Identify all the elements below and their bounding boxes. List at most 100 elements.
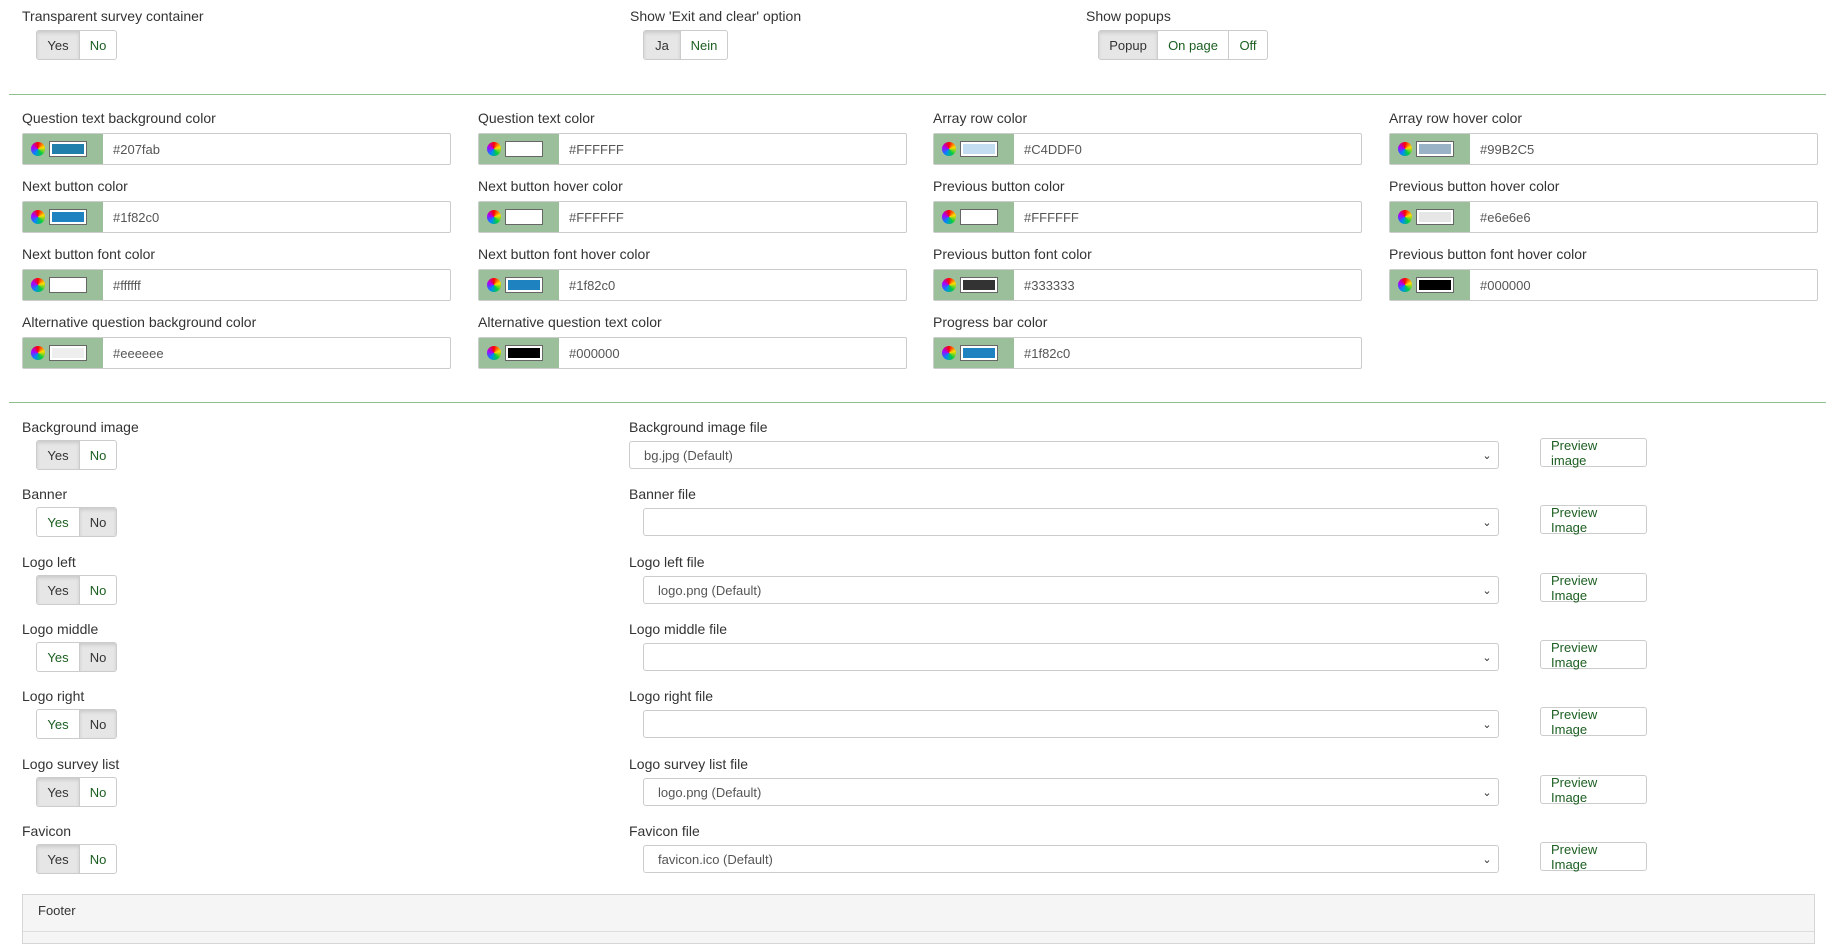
logo-left-no-option[interactable]: No [80,576,116,604]
color-value-input[interactable]: #000000 [559,338,906,368]
color-picker-button[interactable] [934,134,1014,164]
favicon-label: Favicon [22,823,72,839]
popups-on-page-option[interactable]: On page [1158,31,1229,59]
color-picker-button[interactable] [934,338,1014,368]
background-image-label: Background image [22,419,139,435]
color-swatch [49,141,87,157]
section-divider-images [9,402,1826,403]
banner-file-label: Banner file [629,486,696,502]
color-value-input[interactable]: #1f82c0 [103,202,450,232]
favicon-file-select[interactable]: favicon.ico (Default) ⌄ [643,845,1499,873]
color-value-input[interactable]: #FFFFFF [559,202,906,232]
color-picker-button[interactable] [1390,134,1470,164]
color-label: Progress bar color [933,314,1048,330]
logo-middle-preview-button[interactable]: Preview Image [1540,640,1647,670]
color-picker-button[interactable] [1390,270,1470,300]
color-swatch [49,209,87,225]
favicon-no-option[interactable]: No [80,845,116,873]
logo-right-file-select[interactable]: ⌄ [643,710,1499,738]
logo-survey-list-label: Logo survey list [22,756,120,772]
transparent-no-option[interactable]: No [80,31,116,59]
color-picker-button[interactable] [23,338,103,368]
color-picker-field: #FFFFFF [933,201,1362,233]
color-label: Next button color [22,178,128,194]
color-value-input[interactable]: #1f82c0 [1014,338,1361,368]
color-value-input[interactable]: #207fab [103,134,450,164]
color-wheel-icon [1398,210,1412,224]
banner-file-select[interactable]: ⌄ [643,508,1499,536]
color-value-input[interactable]: #1f82c0 [559,270,906,300]
background-image-preview-button[interactable]: Preview image [1540,438,1647,468]
color-value-input[interactable]: #99B2C5 [1470,134,1817,164]
exit-clear-ja-option[interactable]: Ja [644,31,681,59]
logo-right-preview-button[interactable]: Preview Image [1540,707,1647,737]
transparent-yes-option[interactable]: Yes [37,31,80,59]
exit-clear-nein-option[interactable]: Nein [681,31,727,59]
background-image-file-select[interactable]: bg.jpg (Default) ⌄ [629,441,1499,469]
color-picker-field: #000000 [1389,269,1818,301]
color-picker-button[interactable] [23,134,103,164]
color-value-input[interactable]: #e6e6e6 [1470,202,1817,232]
logo-left-preview-button[interactable]: Preview Image [1540,573,1647,603]
favicon-yes-option[interactable]: Yes [37,845,80,873]
logo-middle-yes-option[interactable]: Yes [37,643,80,671]
color-wheel-icon [31,142,45,156]
banner-label: Banner [22,486,68,502]
logo-survey-list-preview-button[interactable]: Preview Image [1540,775,1647,805]
color-picker-button[interactable] [479,270,559,300]
favicon-toggle: Yes No [36,844,117,874]
color-picker-field: #C4DDF0 [933,133,1362,165]
select-value: logo.png (Default) [658,784,762,800]
color-value-input[interactable]: #ffffff [103,270,450,300]
chevron-down-icon: ⌄ [1482,449,1492,462]
show-popups-toggle: Popup On page Off [1098,30,1268,60]
logo-survey-list-no-option[interactable]: No [80,778,116,806]
logo-middle-no-option[interactable]: No [80,643,116,671]
logo-survey-list-yes-option[interactable]: Yes [37,778,80,806]
color-value-input[interactable]: #eeeeee [103,338,450,368]
color-label: Next button font hover color [478,246,650,262]
logo-survey-list-file-select[interactable]: logo.png (Default) ⌄ [643,778,1499,806]
color-picker-button[interactable] [934,202,1014,232]
color-picker-field: #FFFFFF [478,133,907,165]
logo-left-yes-option[interactable]: Yes [37,576,80,604]
color-picker-field: #000000 [478,337,907,369]
popups-off-option[interactable]: Off [1229,31,1267,59]
chevron-down-icon: ⌄ [1482,584,1492,597]
favicon-preview-button[interactable]: Preview Image [1540,842,1647,872]
color-value-input[interactable]: #C4DDF0 [1014,134,1361,164]
background-image-yes-option[interactable]: Yes [37,441,80,469]
logo-middle-file-select[interactable]: ⌄ [643,643,1499,671]
banner-preview-button[interactable]: Preview Image [1540,505,1647,535]
color-swatch [960,345,998,361]
color-picker-button[interactable] [23,270,103,300]
color-wheel-icon [31,346,45,360]
color-label: Previous button font hover color [1389,246,1587,262]
color-value-input[interactable]: #FFFFFF [559,134,906,164]
color-picker-button[interactable] [23,202,103,232]
color-value-input[interactable]: #FFFFFF [1014,202,1361,232]
background-image-no-option[interactable]: No [80,441,116,469]
color-swatch [505,345,543,361]
color-label: Alternative question background color [22,314,257,330]
show-popups-label: Show popups [1086,8,1171,24]
banner-no-option[interactable]: No [80,508,116,536]
color-picker-button[interactable] [479,338,559,368]
color-picker-button[interactable] [1390,202,1470,232]
popups-popup-option[interactable]: Popup [1099,31,1158,59]
footer-divider [23,931,1814,932]
logo-right-yes-option[interactable]: Yes [37,710,80,738]
logo-left-toggle: Yes No [36,575,117,605]
color-picker-field: #e6e6e6 [1389,201,1818,233]
color-picker-button[interactable] [934,270,1014,300]
color-swatch [960,277,998,293]
color-picker-button[interactable] [479,202,559,232]
color-wheel-icon [942,346,956,360]
banner-yes-option[interactable]: Yes [37,508,80,536]
color-value-input[interactable]: #000000 [1470,270,1817,300]
background-image-toggle: Yes No [36,440,117,470]
color-value-input[interactable]: #333333 [1014,270,1361,300]
logo-right-no-option[interactable]: No [80,710,116,738]
logo-left-file-select[interactable]: logo.png (Default) ⌄ [643,576,1499,604]
color-picker-button[interactable] [479,134,559,164]
